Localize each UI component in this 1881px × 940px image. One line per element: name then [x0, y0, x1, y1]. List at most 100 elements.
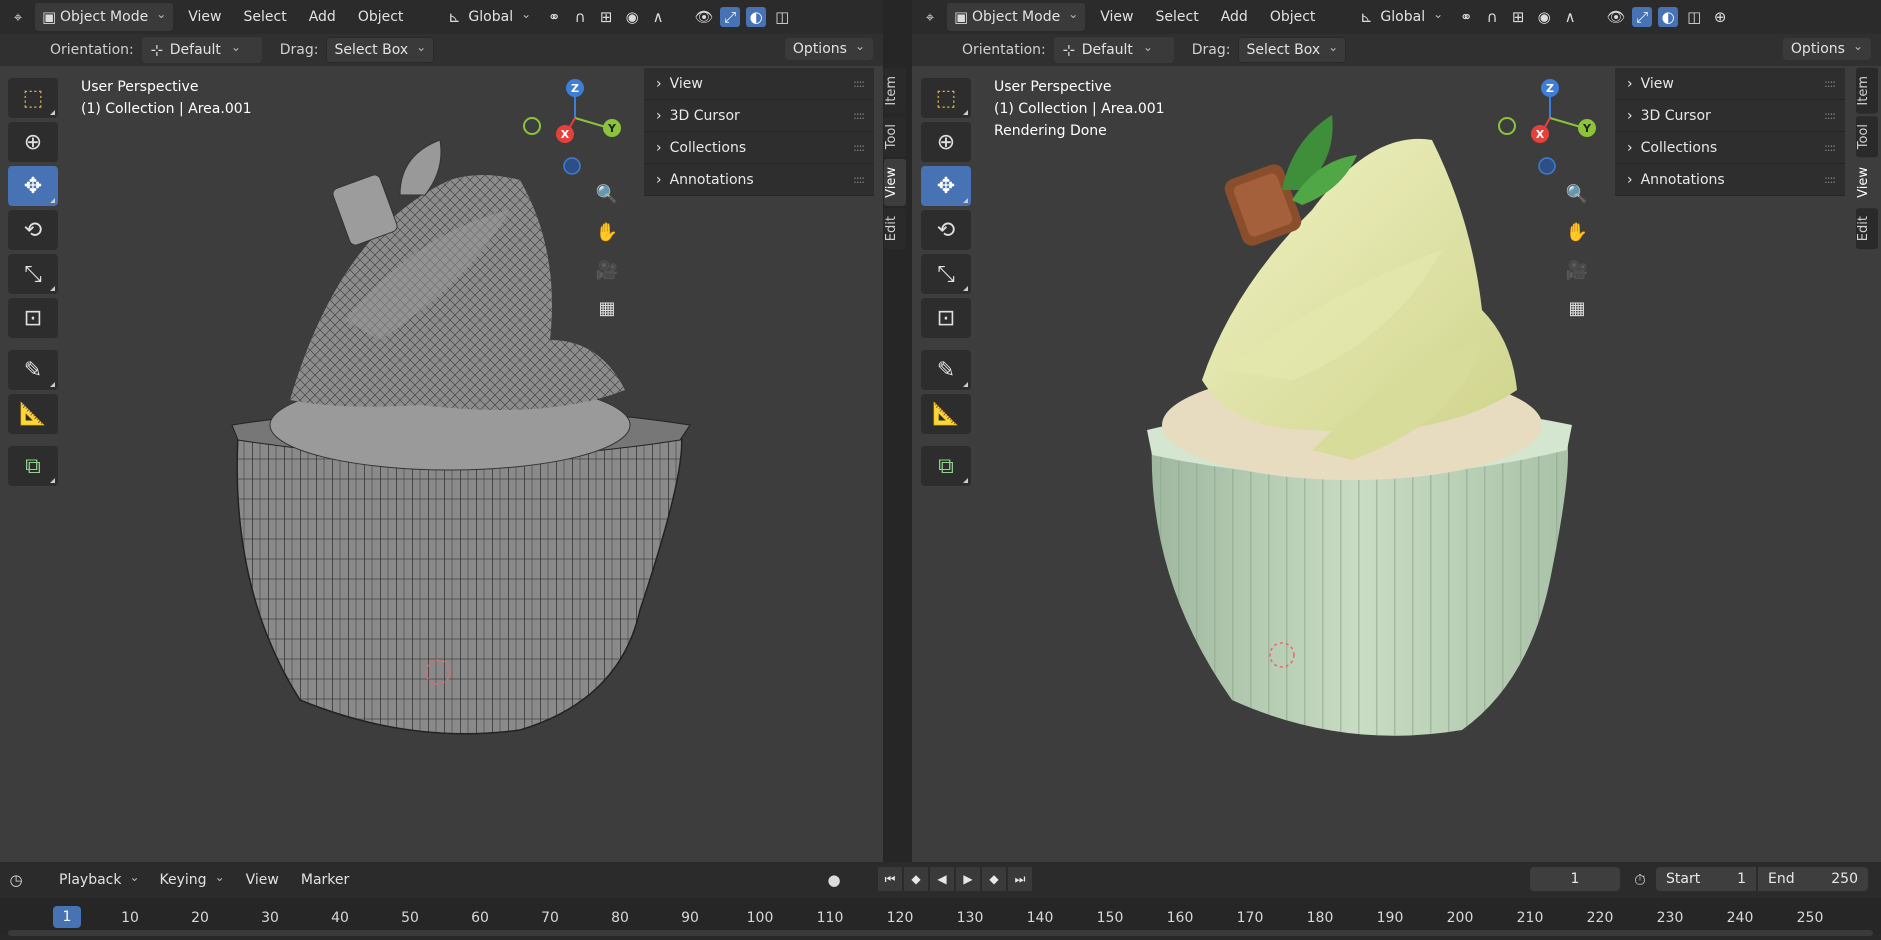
drag-select[interactable]: Select Box — [326, 37, 435, 63]
panel-3d-cursor[interactable]: › 3D Cursor:::: — [1615, 100, 1845, 132]
move-tool[interactable]: ✥ — [8, 166, 58, 206]
snap-icon[interactable]: ∩ — [1482, 7, 1502, 27]
mode-dropdown[interactable]: ▣ Object Mode — [34, 2, 175, 32]
stopwatch-icon[interactable]: ⏱ — [1630, 870, 1650, 890]
menu-keying[interactable]: Keying — [153, 868, 232, 892]
tab-item-left[interactable]: Item — [884, 68, 906, 114]
proportional-edit-icon[interactable]: ◉ — [622, 7, 642, 27]
menu-add[interactable]: Add — [1213, 5, 1256, 29]
pivot-icon[interactable]: ⚭ — [544, 7, 564, 27]
menu-view[interactable]: View — [180, 5, 229, 29]
measure-tool[interactable]: 📐 — [8, 394, 58, 434]
overlay-toggle-icon[interactable]: ◐ — [746, 7, 767, 27]
record-icon[interactable]: ● — [824, 870, 844, 890]
visibility-icon[interactable]: 👁 — [1606, 7, 1626, 27]
xray-icon[interactable]: ◫ — [1684, 7, 1704, 27]
grip-icon[interactable]: :::: — [1824, 173, 1836, 186]
cursor-tool[interactable]: ⊕ — [921, 122, 971, 162]
transform-tool[interactable]: ⊡ — [8, 298, 58, 338]
snap-target-icon[interactable]: ⊞ — [596, 7, 616, 27]
annotate-tool[interactable]: ✎ — [921, 350, 971, 390]
rotate-tool[interactable]: ⟲ — [8, 210, 58, 250]
jump-end-icon[interactable]: ⏭ — [1008, 867, 1032, 891]
tab-view-left[interactable]: View — [884, 158, 906, 206]
transform-tool[interactable]: ⊡ — [921, 298, 971, 338]
visibility-icon[interactable]: 👁 — [694, 7, 714, 27]
jump-start-icon[interactable]: ⏮ — [878, 867, 902, 891]
play-reverse-icon[interactable]: ◀ — [930, 867, 954, 891]
play-icon[interactable]: ▶ — [956, 867, 980, 891]
grip-icon[interactable]: :::: — [1824, 141, 1836, 154]
select-box-tool[interactable]: ⬚ — [8, 78, 58, 118]
pivot-icon[interactable]: ⚭ — [1456, 7, 1476, 27]
select-box-tool[interactable]: ⬚ — [921, 78, 971, 118]
menu-select[interactable]: Select — [1148, 5, 1207, 29]
grip-icon[interactable]: :::: — [853, 109, 865, 122]
overlay-toggle-icon[interactable]: ◐ — [1658, 7, 1679, 27]
grip-icon[interactable]: :::: — [853, 173, 865, 186]
timeline-ruler[interactable]: 1 10 20 30 40 50 60 70 80 90 100 110 120 130 140 150 16… — [0, 898, 1881, 934]
tab-tool-right[interactable]: Tool — [1856, 115, 1878, 157]
add-cube-tool[interactable]: ⧉ — [921, 446, 971, 486]
tab-item-right[interactable]: Item — [1856, 68, 1878, 114]
tab-view-right[interactable]: View — [1856, 158, 1878, 206]
snap-icon[interactable]: ∩ — [570, 7, 590, 27]
panel-collections[interactable]: › Collections:::: — [1615, 132, 1845, 164]
scale-tool[interactable]: ⤡ — [8, 254, 58, 294]
menu-playback[interactable]: Playback — [52, 868, 147, 892]
falloff-icon[interactable]: ∧ — [648, 7, 668, 27]
menu-select[interactable]: Select — [236, 5, 295, 29]
menu-add[interactable]: Add — [301, 5, 344, 29]
grip-icon[interactable]: :::: — [853, 141, 865, 154]
viewport-left[interactable]: ⌖ ▣Object Mode View Select Add Object ⊾G… — [0, 0, 883, 862]
orientation-select[interactable]: ⊹ Default — [141, 37, 262, 63]
menu-view[interactable]: View — [1092, 5, 1141, 29]
annotate-tool[interactable]: ✎ — [8, 350, 58, 390]
shading-wireframe-icon[interactable]: ⊕ — [1710, 7, 1730, 27]
prev-keyframe-icon[interactable]: ◆ — [904, 867, 928, 891]
panel-annotations[interactable]: › Annotations:::: — [1615, 164, 1845, 196]
falloff-icon[interactable]: ∧ — [1560, 7, 1580, 27]
editor-type-icon[interactable]: ⌖ — [8, 7, 28, 27]
tab-edit-right[interactable]: Edit — [1856, 207, 1878, 249]
add-cube-tool[interactable]: ⧉ — [8, 446, 58, 486]
current-frame-field[interactable]: 1 — [1530, 867, 1620, 891]
next-keyframe-icon[interactable]: ◆ — [982, 867, 1006, 891]
options-button[interactable]: Options — [1782, 38, 1871, 60]
start-frame-field[interactable]: Start 1 — [1656, 867, 1756, 891]
menu-object[interactable]: Object — [1262, 5, 1324, 29]
drag-select[interactable]: Select Box — [1238, 37, 1347, 63]
gizmo-toggle-icon[interactable]: ⤢ — [1632, 7, 1653, 27]
snap-target-icon[interactable]: ⊞ — [1508, 7, 1528, 27]
tab-tool-left[interactable]: Tool — [884, 115, 906, 157]
proportional-edit-icon[interactable]: ◉ — [1534, 7, 1554, 27]
move-tool[interactable]: ✥ — [921, 166, 971, 206]
gizmo-toggle-icon[interactable]: ⤢ — [720, 7, 741, 27]
transform-orientation-dropdown[interactable]: ⊾ Global — [437, 3, 538, 31]
menu-marker[interactable]: Marker — [293, 868, 357, 892]
rotate-tool[interactable]: ⟲ — [921, 210, 971, 250]
viewport-right[interactable]: ⌖ ▣Object Mode View Select Add Object ⊾G… — [912, 0, 1881, 862]
timeline-scrollbar[interactable] — [8, 930, 1873, 936]
scale-tool[interactable]: ⤡ — [921, 254, 971, 294]
menu-object[interactable]: Object — [350, 5, 412, 29]
panel-view[interactable]: › View:::: — [644, 68, 874, 100]
grip-icon[interactable]: :::: — [853, 77, 865, 90]
xray-icon[interactable]: ◫ — [772, 7, 792, 27]
measure-tool[interactable]: 📐 — [921, 394, 971, 434]
mode-dropdown[interactable]: ▣ Object Mode — [946, 2, 1087, 32]
grip-icon[interactable]: :::: — [1824, 77, 1836, 90]
editor-type-icon[interactable]: ⌖ — [920, 7, 940, 27]
cursor-tool[interactable]: ⊕ — [8, 122, 58, 162]
transform-orientation-dropdown[interactable]: ⊾ Global — [1349, 3, 1450, 31]
orientation-select[interactable]: ⊹ Default — [1053, 37, 1174, 63]
panel-3d-cursor[interactable]: › 3D Cursor:::: — [644, 100, 874, 132]
tab-edit-left[interactable]: Edit — [884, 207, 906, 249]
panel-view[interactable]: › View:::: — [1615, 68, 1845, 100]
end-frame-field[interactable]: End 250 — [1758, 867, 1868, 891]
timeline-editor-type-icon[interactable]: ◷ — [6, 870, 26, 890]
menu-timeline-view[interactable]: View — [238, 868, 287, 892]
grip-icon[interactable]: :::: — [1824, 109, 1836, 122]
current-frame-indicator[interactable]: 1 — [53, 906, 81, 928]
options-button[interactable]: Options — [784, 38, 873, 60]
